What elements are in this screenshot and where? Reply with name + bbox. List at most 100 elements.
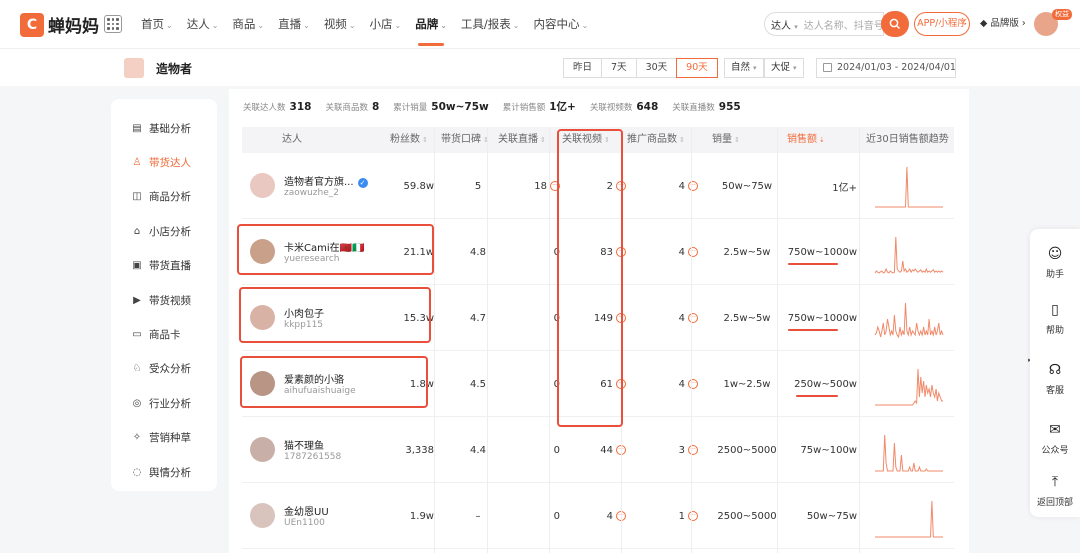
dropdown-promotion[interactable]: 大促 ▾ (764, 58, 804, 78)
avatar[interactable] (250, 437, 275, 462)
sidebar-item-3[interactable]: ⌂ 小店分析 (111, 214, 217, 248)
sidebar-item-0[interactable]: ▤ 基础分析 (111, 111, 217, 145)
fans-count: 59.8w (403, 180, 434, 192)
more-icon[interactable]: ··· (688, 181, 698, 191)
sidebar-item-label: 受众分析 (149, 363, 191, 376)
live-count[interactable]: 18 ··· (504, 153, 560, 219)
video-count[interactable]: 4··· (564, 483, 626, 549)
sales-trend-sparkline[interactable] (874, 359, 944, 409)
sidebar-item-1[interactable]: ♙ 带货达人 (111, 145, 217, 179)
revenue: 750w~1000w (787, 246, 857, 258)
sidebar-item-4[interactable]: ▣ 带货直播 (111, 249, 217, 283)
nav-item-3[interactable]: 直播 ⌄ (271, 0, 317, 48)
dropdown-natural[interactable]: 自然 ▾ (724, 58, 764, 78)
float-button-1[interactable]: ▯ 帮助 (1030, 301, 1080, 336)
sidebar-item-10[interactable]: ◌ 舆情分析 (111, 455, 217, 489)
search-scope-select[interactable]: 达人 ▾ (771, 17, 798, 32)
time-range-tab-2[interactable]: 30天 (635, 58, 678, 78)
app-miniprogram-button[interactable]: APP/小程序 (914, 12, 970, 36)
revenue: 750w~1000w (787, 312, 857, 324)
search-button[interactable] (881, 11, 909, 37)
column-header-7[interactable]: 销售额 ⇣ (787, 127, 825, 153)
live-count[interactable]: 0 (504, 285, 560, 351)
column-header-6[interactable]: 销量 ⇕ (712, 127, 740, 153)
more-icon[interactable]: ··· (688, 379, 698, 389)
nav-item-6[interactable]: 品牌 ⌄ (408, 0, 454, 48)
column-header-5[interactable]: 推广商品数 ⇕ (627, 127, 685, 153)
back-to-top-icon: ⤒ (1051, 474, 1059, 490)
chevron-down-icon: ⌄ (581, 21, 589, 30)
float-button-3[interactable]: ✉ 公众号 (1030, 421, 1080, 456)
nav-item-4[interactable]: 视频 ⌄ (317, 0, 363, 48)
column-header-label: 推广商品数 (627, 134, 677, 145)
sales-trend-sparkline[interactable] (874, 161, 944, 211)
nav-item-2[interactable]: 商品 ⌄ (225, 0, 271, 48)
more-icon[interactable]: ··· (688, 445, 698, 455)
influencer-name[interactable]: 猫不理鱼 (284, 437, 324, 452)
nav-item-8[interactable]: 内容中心 ⌄ (527, 0, 596, 48)
app-logo[interactable]: C 蝉妈妈 (20, 12, 99, 37)
time-range-tab-0[interactable]: 昨日 (563, 58, 603, 78)
product-count[interactable]: 4 ··· (636, 153, 698, 219)
float-button-2[interactable]: ☊ 客服 (1030, 361, 1080, 396)
main-nav: 首页 ⌄ 达人 ⌄ 商品 ⌄ 直播 ⌄ 视频 ⌄ 小店 ⌄ 品牌 ⌄ 工具/报表 ⌄ 内容中心 ⌄ (134, 0, 595, 48)
nav-item-7[interactable]: 工具/报表 ⌄ (454, 0, 527, 48)
column-header-0: 达人 (282, 127, 302, 153)
annotation-box-kami (237, 224, 434, 275)
column-header-1[interactable]: 粉丝数 ⇕ (390, 127, 428, 153)
sidebar-item-7[interactable]: ♘ 受众分析 (111, 352, 217, 386)
float-button-4[interactable]: ⤒ 返回顶部 (1030, 473, 1080, 508)
sidebar-item-label: 带货视频 (149, 294, 191, 307)
date-range-picker[interactable]: 2024/01/03 - 2024/04/01 (816, 58, 956, 78)
table-row[interactable]: 金幼恩UUUEn11001.9w–04···1···2500~500050w~7… (242, 483, 954, 549)
sales-trend-sparkline[interactable] (874, 227, 944, 277)
more-icon[interactable]: ··· (688, 247, 698, 257)
sentiment-icon: ◌ (132, 466, 142, 478)
sidebar-item-6[interactable]: ▭ 商品卡 (111, 317, 217, 351)
avatar[interactable] (250, 503, 275, 528)
live-count[interactable]: 0 (504, 351, 560, 417)
sidebar-item-8[interactable]: ◎ 行业分析 (111, 386, 217, 420)
live-count[interactable]: 0 (504, 219, 560, 285)
time-range-tab-3[interactable]: 90天 (676, 58, 718, 78)
nav-item-label: 视频 (323, 17, 347, 31)
live-count[interactable]: 0 (504, 483, 560, 549)
more-icon[interactable]: ··· (688, 313, 698, 323)
column-divider (549, 127, 550, 553)
float-button-0[interactable]: ☺ 助手 (1030, 245, 1080, 280)
sales-trend-sparkline[interactable] (874, 425, 944, 475)
sidebar-item-2[interactable]: ◫ 商品分析 (111, 180, 217, 214)
sidebar-item-9[interactable]: ✧ 营销种草 (111, 421, 217, 455)
nav-item-1[interactable]: 达人 ⌄ (180, 0, 226, 48)
influencer-name[interactable]: 造物者官方旗... ✓ (284, 173, 368, 188)
annotation-box-video-column (557, 129, 623, 427)
stat-value: 648 (636, 101, 659, 113)
chevron-down-icon: ⌄ (166, 21, 173, 30)
product-count[interactable]: 4 ··· (636, 351, 698, 417)
product-count[interactable]: 1 ··· (636, 483, 698, 549)
nav-item-5[interactable]: 小店 ⌄ (363, 0, 409, 48)
brand-version-switch[interactable]: ◆ 品牌版 › (980, 15, 1026, 29)
apps-grid-icon[interactable] (104, 15, 122, 33)
sales-trend-sparkline[interactable] (874, 491, 944, 541)
column-header-2[interactable]: 带货口碑 ⇕ (441, 127, 489, 153)
avatar[interactable] (250, 173, 275, 198)
nav-item-label: 直播 (278, 17, 302, 31)
sales-trend-sparkline[interactable] (874, 293, 944, 343)
column-header-3[interactable]: 关联直播 ⇕ (498, 127, 546, 153)
nav-item-0[interactable]: 首页 ⌄ (134, 0, 180, 48)
sidebar-item-5[interactable]: ▶ 带货视频 (111, 283, 217, 317)
stat-item: 累计销售额 1亿+ (503, 99, 576, 114)
stat-label: 关联达人数 (243, 103, 286, 113)
search-box[interactable]: 达人 ▾ 达人名称、抖音号 (764, 12, 884, 36)
stat-item: 关联商品数 8 (325, 100, 379, 113)
live-count[interactable]: 0 (504, 417, 560, 483)
more-icon[interactable]: ··· (688, 511, 698, 521)
time-range-tab-1[interactable]: 7天 (601, 58, 637, 78)
product-count[interactable]: 4 ··· (636, 285, 698, 351)
influencer-name[interactable]: 金幼恩UU (284, 503, 329, 518)
product-count[interactable]: 4 ··· (636, 219, 698, 285)
search-input[interactable]: 达人名称、抖音号 (804, 17, 883, 32)
product-count[interactable]: 3 ··· (636, 417, 698, 483)
stat-item: 关联达人数 318 (243, 100, 311, 113)
